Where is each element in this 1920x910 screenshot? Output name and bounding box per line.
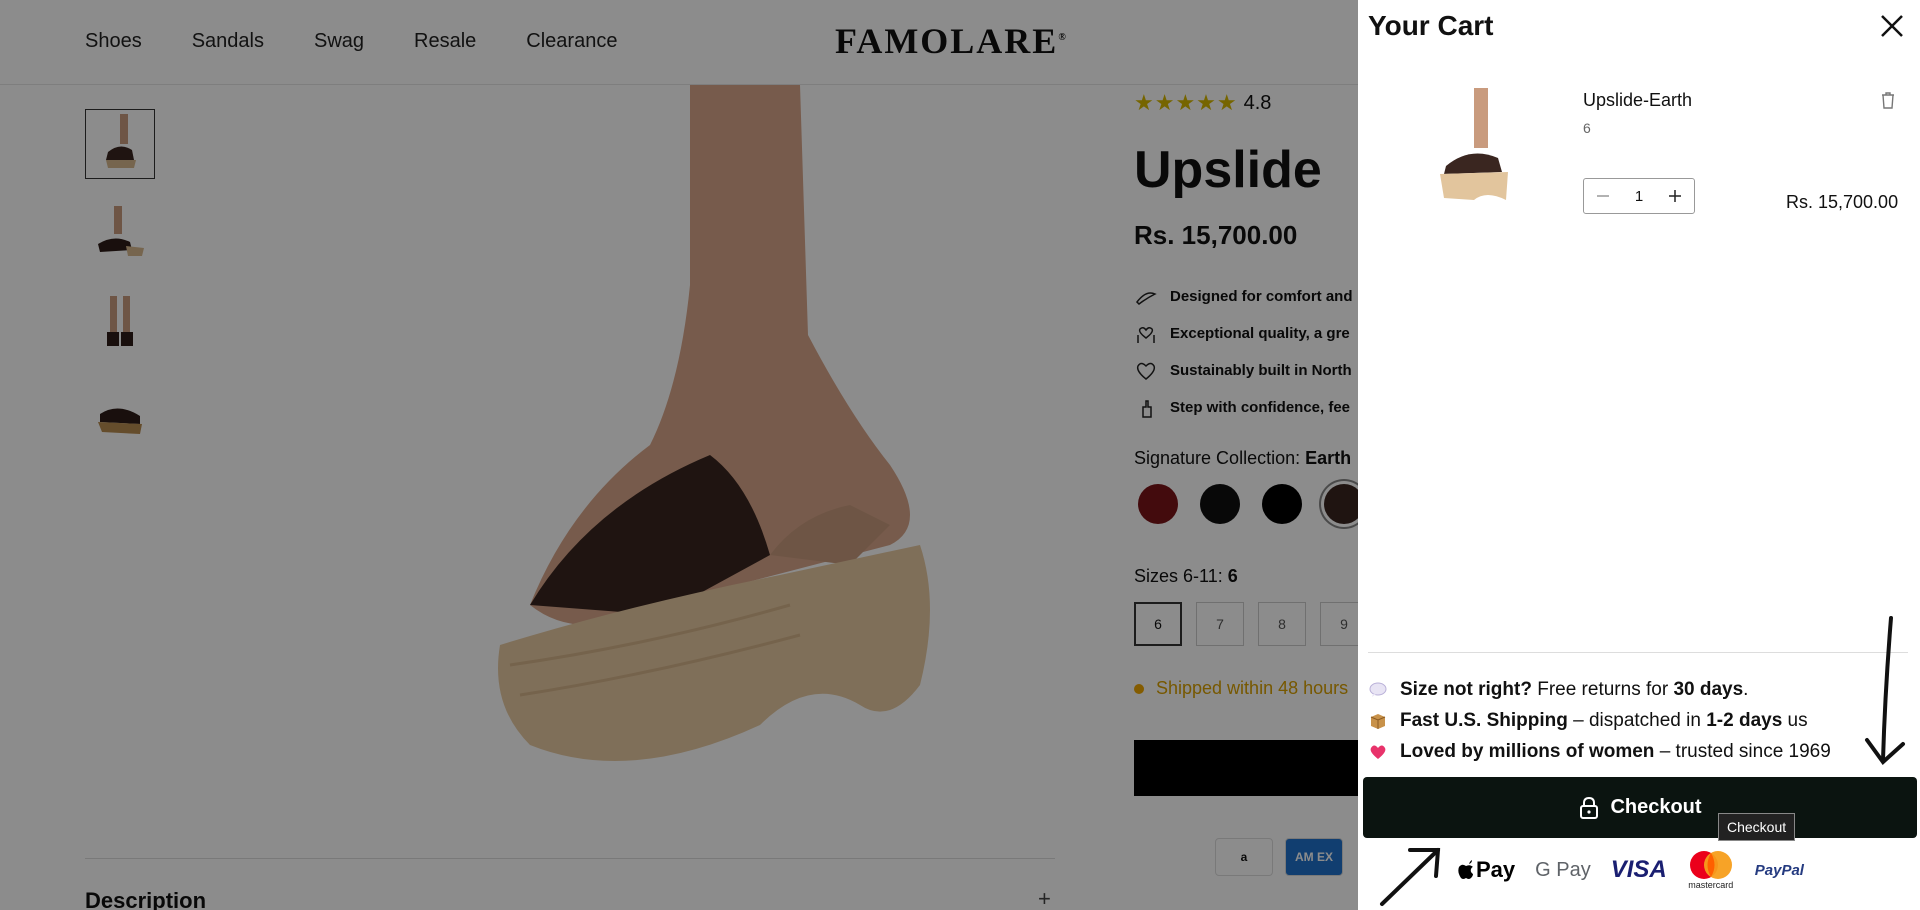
trash-icon[interactable]: [1878, 90, 1898, 110]
arrow-up-annotation-icon: [1380, 848, 1441, 906]
apple-pay-icon: Pay: [1458, 850, 1515, 890]
perk-bold-2: 30 days: [1673, 678, 1744, 700]
perk-bold: Fast U.S. Shipping: [1400, 709, 1568, 731]
perk-item: Size not right? Free returns for 30 days…: [1368, 674, 1908, 705]
modal-backdrop[interactable]: [0, 0, 1358, 910]
cart-title: Your Cart: [1368, 10, 1494, 41]
arrow-down-annotation-icon: [1865, 616, 1905, 765]
perk-text-2: .: [1743, 678, 1749, 700]
perk-text-2: us: [1782, 709, 1808, 731]
mastercard-icon: mastercard: [1687, 848, 1735, 892]
quantity-value[interactable]: 1: [1635, 188, 1643, 205]
cart-item-size: 6: [1583, 120, 1591, 136]
close-icon[interactable]: [1878, 12, 1906, 40]
minus-icon[interactable]: [1594, 187, 1612, 205]
cart-item-image: [1426, 88, 1522, 208]
paypal-icon: PayPal: [1754, 861, 1804, 879]
cart-item-name[interactable]: Upslide-Earth: [1583, 90, 1692, 111]
google-pay-icon: G Pay: [1535, 858, 1591, 881]
quantity-stepper: 1: [1583, 178, 1695, 214]
perk-bold-2: 1-2 days: [1706, 709, 1783, 731]
checkout-tooltip: Checkout: [1718, 813, 1796, 841]
checkout-label: Checkout: [1610, 796, 1702, 818]
lock-icon: [1580, 796, 1599, 819]
apple-pay-label: Pay: [1476, 857, 1516, 882]
payment-methods: Pay G Pay VISA mastercard PayPal: [1458, 848, 1804, 892]
mastercard-label: mastercard: [1688, 880, 1734, 890]
perk-item: Fast U.S. Shipping – dispatched in 1-2 d…: [1368, 705, 1908, 736]
perk-text: – dispatched in: [1567, 709, 1707, 731]
cart-drawer: Your Cart Upslide-Earth 6 1 Rs. 15,700.0…: [1358, 0, 1920, 910]
checkout-button[interactable]: Checkout: [1363, 777, 1917, 838]
cart-divider: [1368, 652, 1908, 653]
plus-icon[interactable]: [1666, 187, 1684, 205]
perk-text: Free returns for: [1531, 678, 1674, 700]
visa-icon: VISA: [1610, 856, 1667, 883]
perk-bold: Loved by millions of women: [1400, 740, 1655, 762]
heart-icon: [1368, 742, 1388, 762]
perk-text: – trusted since 1969: [1654, 740, 1831, 762]
perk-item: Loved by millions of women – trusted sin…: [1368, 736, 1908, 767]
speech-bubble-icon: [1368, 680, 1388, 700]
package-icon: [1368, 711, 1388, 731]
perks-list: Size not right? Free returns for 30 days…: [1368, 674, 1908, 767]
cart-item-price: Rs. 15,700.00: [1786, 192, 1899, 212]
perk-bold: Size not right?: [1400, 678, 1532, 700]
